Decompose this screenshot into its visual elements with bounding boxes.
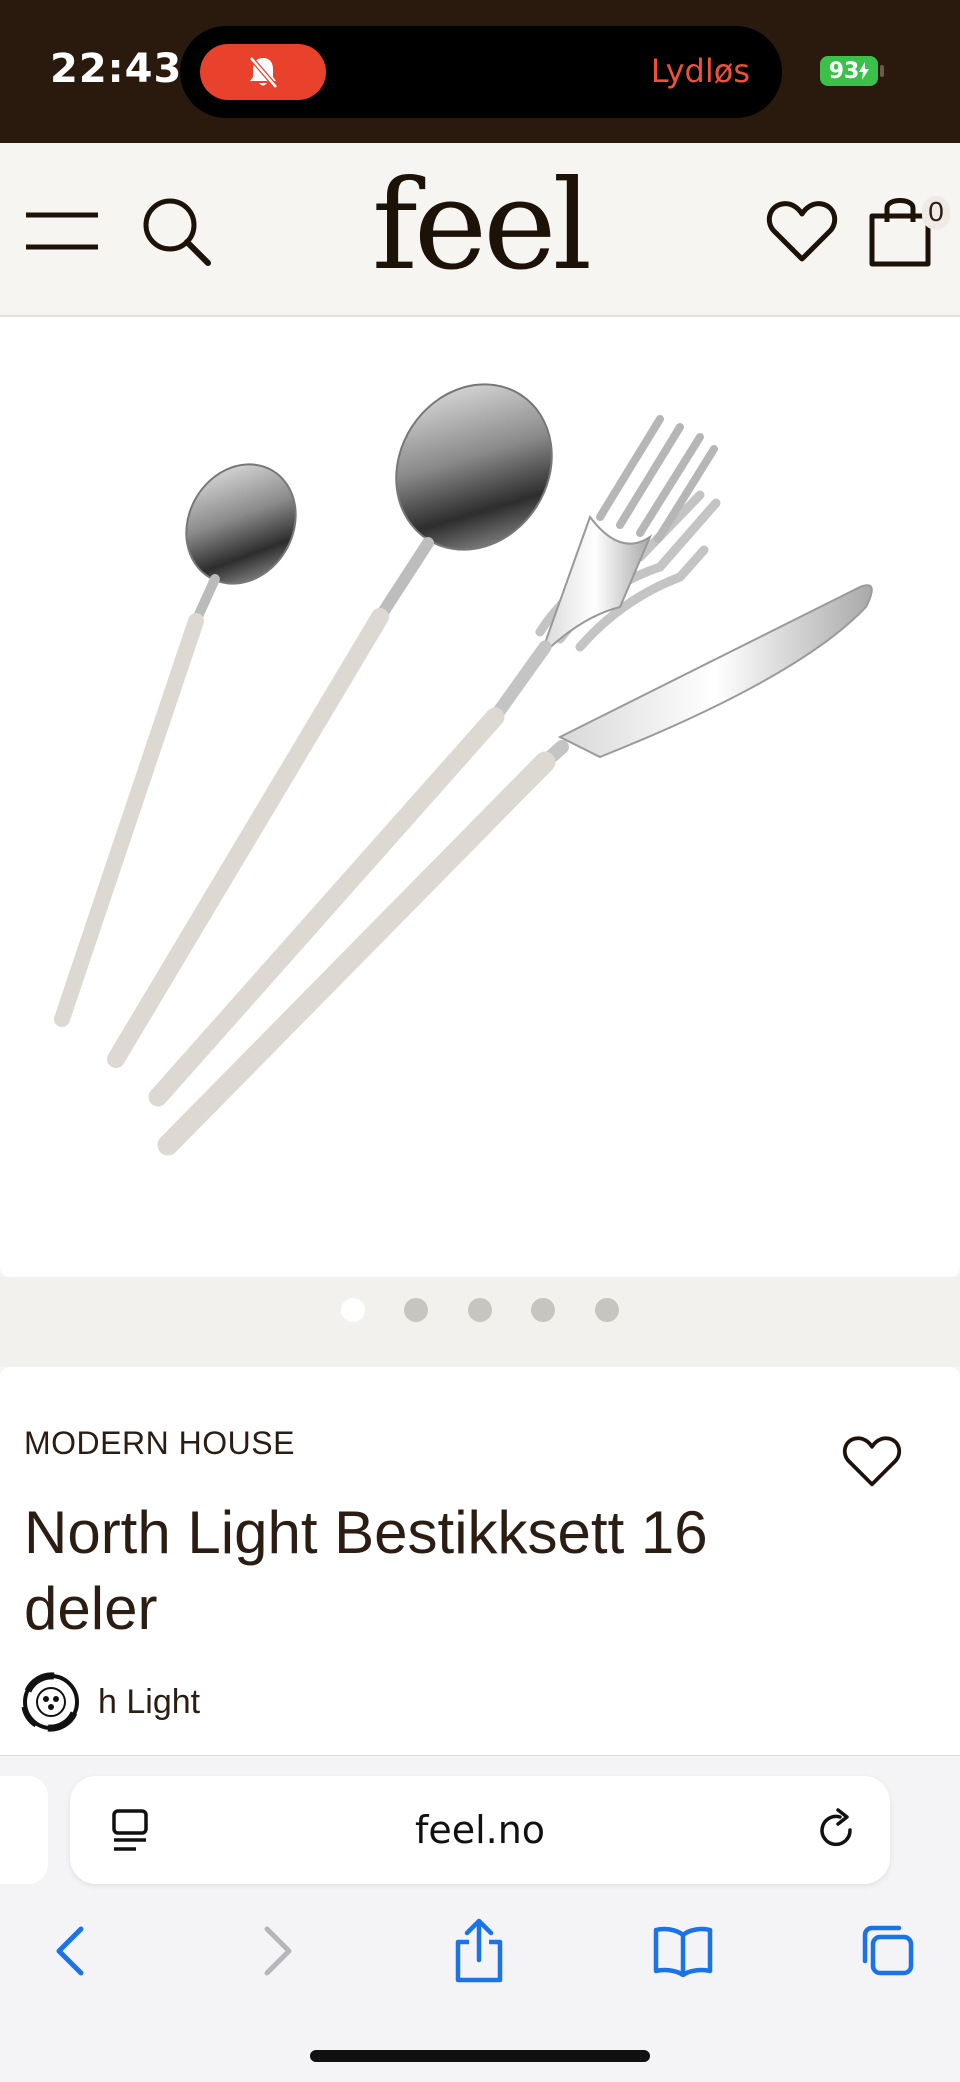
status-bar: 22:43 Lydløs 93 [0, 0, 960, 143]
share-icon [455, 1918, 503, 1983]
tabs-button[interactable] [852, 1916, 922, 1986]
bookmarks-button[interactable] [648, 1916, 718, 1986]
gallery-dot-2[interactable] [404, 1298, 428, 1322]
heart-icon [842, 1436, 902, 1487]
home-indicator[interactable] [310, 2050, 650, 2062]
gallery-pagination [0, 1277, 960, 1367]
page-menu-icon [112, 1809, 148, 1851]
gallery-dot-4[interactable] [531, 1298, 555, 1322]
recycle-badge-icon [21, 1672, 79, 1732]
previous-tab-preview[interactable] [0, 1776, 48, 1884]
cart-count-badge: 0 [922, 196, 950, 230]
status-time: 22:43 [50, 46, 183, 92]
silent-label: Lydløs [650, 52, 750, 90]
search-icon [143, 198, 211, 266]
charging-bolt-icon [859, 62, 870, 80]
heart-icon [766, 201, 838, 262]
site-header: feel 0 [0, 143, 960, 317]
site-logo[interactable]: feel [372, 154, 592, 298]
share-button[interactable] [444, 1916, 514, 1986]
battery-indicator: 93 [820, 56, 878, 86]
product-brand[interactable]: MODERN HOUSE [24, 1425, 295, 1462]
knife [157, 584, 873, 1156]
reload-icon [820, 1808, 852, 1847]
silent-mode-pill [200, 44, 326, 100]
forward-icon [264, 1926, 292, 1976]
series-label: h Light [98, 1682, 201, 1721]
gallery-dot-5[interactable] [595, 1298, 619, 1322]
product-title: North Light Bestikksett 16 deler [24, 1499, 708, 1642]
url-text[interactable]: feel.no [415, 1808, 545, 1852]
back-button[interactable] [36, 1916, 106, 1986]
product-series[interactable]: h Light [16, 1667, 200, 1737]
battery-nub [880, 65, 884, 77]
forward-button[interactable] [242, 1916, 312, 1986]
address-bar[interactable]: feel.no [70, 1776, 890, 1884]
menu-icon [26, 212, 98, 250]
product-image[interactable] [0, 317, 960, 1277]
bell-slash-icon [249, 56, 278, 89]
product-info: MODERN HOUSE North Light Bestikksett 16 … [0, 1367, 960, 1755]
add-to-wishlist-button[interactable] [842, 1433, 902, 1494]
tabs-icon [862, 1925, 914, 1976]
dynamic-island: Lydløs [180, 26, 782, 118]
battery-level: 93 [828, 58, 860, 84]
menu-button[interactable] [22, 201, 102, 261]
search-button[interactable] [136, 191, 216, 271]
back-icon [56, 1926, 84, 1976]
gallery-dot-1[interactable] [341, 1298, 365, 1322]
reload-button[interactable] [816, 1808, 860, 1859]
gallery-dot-3[interactable] [468, 1298, 492, 1322]
bookmarks-icon [653, 1926, 713, 1977]
wishlist-button[interactable] [764, 193, 840, 269]
reader-button[interactable] [108, 1808, 152, 1859]
cutlery-set-image [54, 383, 873, 1156]
browser-toolbar: feel.no [0, 1755, 960, 2082]
